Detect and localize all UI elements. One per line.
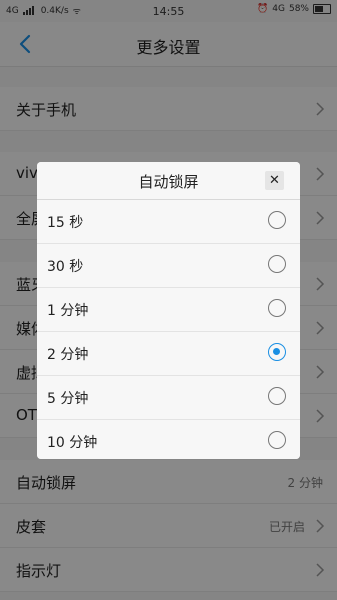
- close-button[interactable]: ✕: [265, 171, 284, 190]
- radio-button[interactable]: [268, 299, 286, 317]
- option-15-seconds[interactable]: 15 秒: [37, 200, 300, 244]
- radio-button-selected[interactable]: [268, 343, 286, 361]
- option-10-minutes[interactable]: 10 分钟: [37, 420, 300, 459]
- option-label: 30 秒: [47, 259, 84, 275]
- radio-button[interactable]: [268, 255, 286, 273]
- dialog-title: 自动锁屏: [138, 173, 199, 191]
- radio-button[interactable]: [268, 387, 286, 405]
- dialog-header: 自动锁屏 ✕: [37, 162, 300, 200]
- option-label: 15 秒: [47, 215, 84, 231]
- radio-button[interactable]: [268, 211, 286, 229]
- option-label: 1 分钟: [47, 303, 89, 319]
- option-label: 2 分钟: [47, 347, 89, 363]
- option-label: 5 分钟: [47, 391, 89, 407]
- option-30-seconds[interactable]: 30 秒: [37, 244, 300, 288]
- close-icon: ✕: [269, 173, 280, 188]
- option-2-minutes[interactable]: 2 分钟: [37, 332, 300, 376]
- option-label: 10 分钟: [47, 435, 98, 451]
- auto-lock-dialog: 自动锁屏 ✕ 15 秒 30 秒 1 分钟 2 分钟 5 分钟 10 分钟: [37, 162, 300, 459]
- option-1-minute[interactable]: 1 分钟: [37, 288, 300, 332]
- option-5-minutes[interactable]: 5 分钟: [37, 376, 300, 420]
- radio-button[interactable]: [268, 431, 286, 449]
